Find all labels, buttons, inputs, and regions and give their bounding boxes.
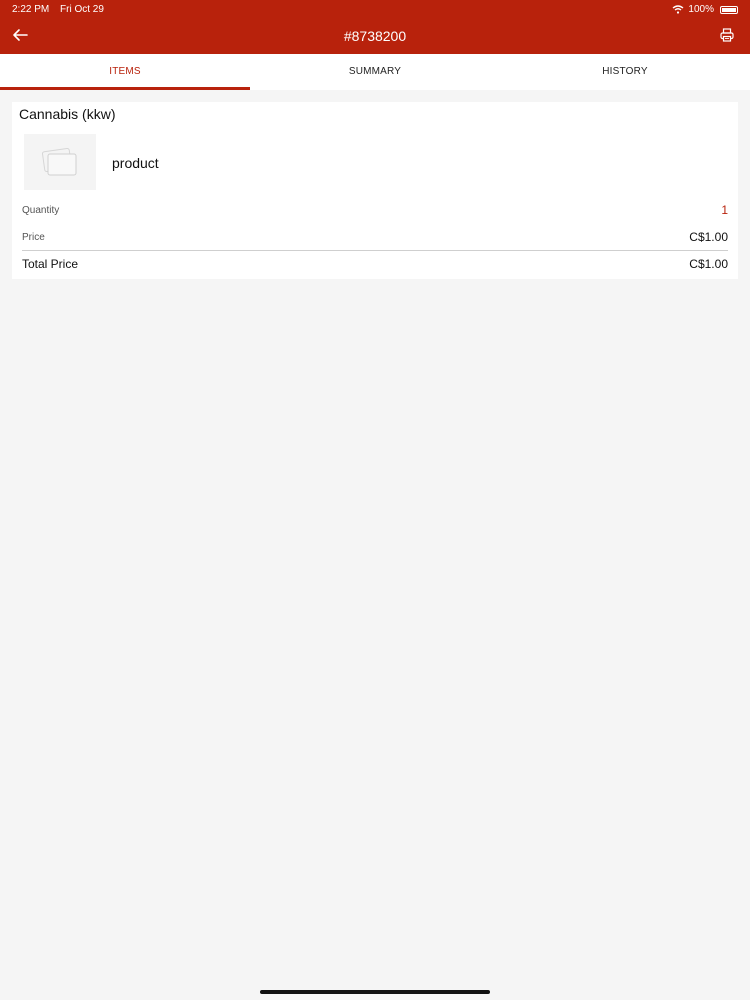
price-label: Price xyxy=(22,232,45,243)
battery-percent: 100% xyxy=(688,4,714,15)
product-thumbnail xyxy=(24,134,96,190)
status-left: 2:22 PM Fri Oct 29 xyxy=(12,4,104,15)
tab-bar: ITEMS SUMMARY HISTORY xyxy=(0,54,750,90)
total-price-label: Total Price xyxy=(22,257,79,271)
tab-items[interactable]: ITEMS xyxy=(0,54,250,90)
item-category: Cannabis (kkw) xyxy=(19,106,116,122)
quantity-value: 1 xyxy=(721,203,728,217)
home-indicator[interactable] xyxy=(260,990,490,994)
page-title: #8738200 xyxy=(343,28,407,44)
tab-summary[interactable]: SUMMARY xyxy=(250,54,500,90)
status-bar: 2:22 PM Fri Oct 29 100% xyxy=(0,0,750,18)
status-date: Fri Oct 29 xyxy=(60,4,104,15)
app-header: 2:22 PM Fri Oct 29 100% #8738200 xyxy=(0,0,750,54)
status-time: 2:22 PM xyxy=(12,4,50,15)
price-value: C$1.00 xyxy=(689,230,728,244)
status-right: 100% xyxy=(672,4,738,15)
quantity-label: Quantity xyxy=(22,205,60,216)
printer-icon[interactable] xyxy=(720,28,736,44)
total-price-value: C$1.00 xyxy=(689,257,728,271)
image-placeholder-icon xyxy=(42,147,77,176)
divider xyxy=(22,250,728,251)
item-card: Cannabis (kkw) product Quantity 1 Price … xyxy=(12,102,738,279)
battery-icon xyxy=(720,5,738,14)
tab-history[interactable]: HISTORY xyxy=(500,54,750,90)
wifi-icon xyxy=(672,5,684,14)
product-name: product xyxy=(112,155,159,171)
